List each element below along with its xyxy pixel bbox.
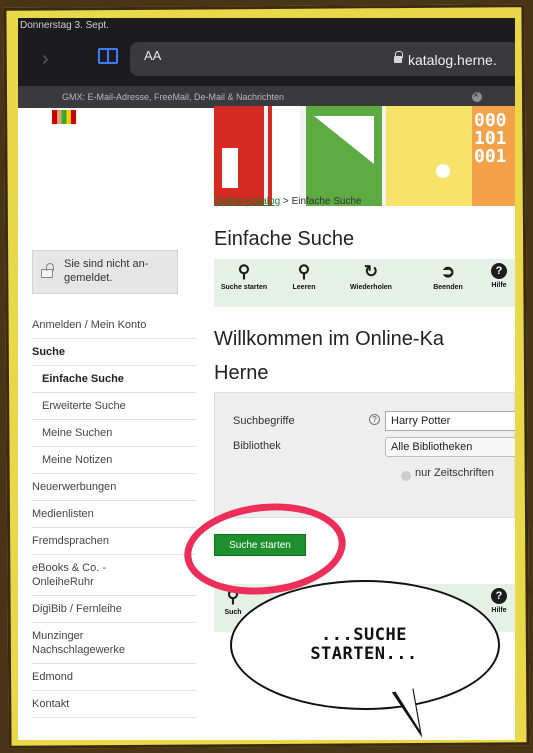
search-terms-input[interactable]: Harry Potter [385, 411, 515, 431]
welcome-line-2: Herne [214, 362, 269, 384]
welcome-heading: Willkommen im Online-Ka Herne [214, 322, 444, 390]
toolbar-help-label: Hilfe [491, 282, 507, 289]
journals-only-label: nur Zeitschriften [415, 467, 494, 479]
toolbar-quit-button[interactable]: ➲ Beenden [424, 262, 472, 292]
help-icon: ? [491, 588, 507, 604]
sidebar-item-digibib[interactable]: DigiBib / Fernleihe [32, 596, 196, 623]
toolbar-bottom-help-button[interactable]: ? Hilfe [486, 588, 512, 614]
logout-icon: ➲ [440, 262, 456, 281]
banner-white-block [268, 106, 300, 206]
sidebar-item-login[interactable]: Anmelden / Mein Konto [32, 312, 196, 339]
library-select[interactable]: Alle Bibliotheken [385, 437, 515, 457]
toolbar-clear-label: Leeren [292, 284, 316, 291]
banner-circle [436, 164, 450, 178]
sidebar-item-simple-search[interactable]: Einfache Suche [32, 366, 196, 393]
sidebar-item-advanced-search[interactable]: Erweiterte Suche [32, 393, 196, 420]
lock-icon [394, 51, 403, 63]
toolbar-clear-button[interactable]: ⚲ Leeren [284, 262, 324, 292]
sidebar-item-media-lists[interactable]: Medienlisten [32, 501, 196, 528]
toolbar-repeat-button[interactable]: ↻ Wiederholen [344, 262, 398, 292]
forward-icon[interactable]: › [42, 48, 49, 71]
sidebar-item-foreign-languages[interactable]: Fremdsprachen [32, 528, 196, 555]
toolbar-search-button[interactable]: ⚲ Suche starten [218, 262, 270, 292]
banner-binary-digits: 000 101 001 [472, 106, 515, 206]
login-status-box: Sie sind nicht an- gemeldet. [32, 250, 178, 294]
tab-title[interactable]: GMX: E-Mail-Adresse, FreeMail, De-Mail &… [62, 86, 284, 108]
sidebar-item-search[interactable]: Suche [32, 339, 196, 366]
journals-only-checkbox[interactable] [401, 471, 411, 481]
library-label: Bibliothek [233, 440, 281, 452]
sidebar-item-ebooks[interactable]: eBooks & Co. - OnleiheRuhr [32, 555, 196, 596]
toolbar-quit-label: Beenden [433, 284, 463, 291]
page-title: Einfache Suche [214, 228, 355, 250]
header-banner: 000 101 001 [214, 106, 515, 206]
sidebar-item-my-searches[interactable]: Meine Suchen [32, 420, 196, 447]
library-logo [52, 110, 76, 124]
login-status-text: Sie sind nicht an- gemeldet. [64, 258, 149, 284]
bookmarks-icon[interactable] [98, 48, 118, 64]
banner-yellow-block [386, 106, 472, 206]
tab-bar: GMX: E-Mail-Adresse, FreeMail, De-Mail &… [18, 85, 515, 108]
sidebar-item-munzinger[interactable]: Munzinger Nachschlagewerke [32, 623, 196, 664]
refresh-icon: ↻ [363, 262, 379, 281]
unlocked-icon [41, 263, 54, 278]
sidebar-nav: Anmelden / Mein Konto Suche Einfache Suc… [32, 312, 196, 718]
search-help-icon[interactable]: ? [369, 414, 380, 425]
sidebar-item-new-acquisitions[interactable]: Neuerwerbungen [32, 474, 196, 501]
search-icon: ⚲ [237, 262, 251, 281]
breadcrumb-separator: > [280, 196, 292, 207]
breadcrumb: Online-Katalog > Einfache Suche [214, 196, 362, 207]
toolbar-bottom-help-label: Hilfe [491, 607, 507, 614]
toolbar-repeat-label: Wiederholen [350, 284, 392, 291]
toolbar-search-label: Suche starten [220, 284, 268, 291]
breadcrumb-current: Einfache Suche [291, 196, 362, 207]
sidebar-item-contact[interactable]: Kontakt [32, 691, 196, 718]
status-date: Donnerstag 3. Sept. [20, 20, 109, 31]
banner-cutout [222, 148, 238, 188]
tab-close-icon[interactable] [472, 85, 482, 107]
toolbar-help-button[interactable]: ? Hilfe [486, 263, 512, 289]
zoom-out-icon: ⚲ [297, 262, 311, 281]
sidebar-item-my-notes[interactable]: Meine Notizen [32, 447, 196, 474]
sidebar-item-edmond[interactable]: Edmond [32, 664, 196, 691]
reader-view-button[interactable]: AA [144, 48, 161, 63]
status-bar: Donnerstag 3. Sept. [18, 18, 515, 34]
browser-toolbar: › AA katalog.herne. [18, 34, 515, 86]
welcome-line-1: Willkommen im Online-Ka [214, 328, 445, 350]
help-icon: ? [491, 263, 507, 279]
action-toolbar: ⚲ Suche starten ⚲ Leeren ↻ Wiederholen ➲… [214, 259, 515, 307]
url-text[interactable]: katalog.herne. [408, 52, 497, 68]
speech-bubble-text: ...SUCHE STARTEN... [310, 625, 418, 664]
search-form: Suchbegriffe ? Harry Potter Bibliothek A… [214, 392, 515, 518]
toolbar-bottom-search-label: Such [224, 609, 242, 616]
search-terms-label: Suchbegriffe [233, 415, 295, 427]
breadcrumb-link-catalog[interactable]: Online-Katalog [214, 196, 280, 207]
